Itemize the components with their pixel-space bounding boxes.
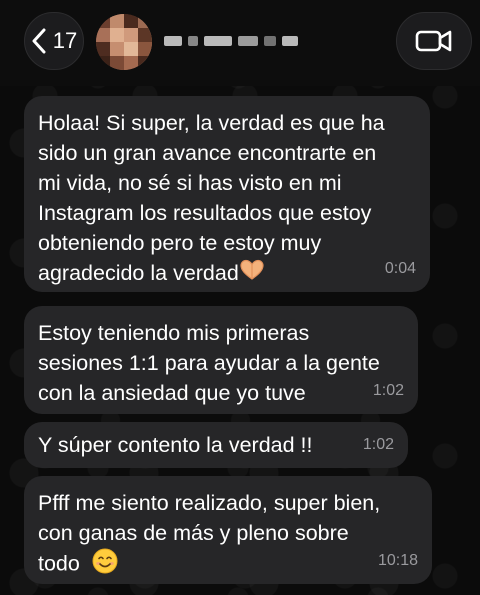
back-button[interactable]: 17 — [24, 12, 84, 70]
video-call-button[interactable] — [396, 12, 472, 70]
message-timestamp: 10:18 — [377, 552, 418, 569]
chevron-left-icon — [32, 28, 46, 54]
message-bubble[interactable]: Pfff me siento realizado, super bien, co… — [24, 476, 432, 584]
message-text: Pfff me siento realizado, super bien, co… — [38, 491, 381, 576]
message-timestamp: 1:02 — [362, 436, 394, 453]
message-bubble[interactable]: Y súper contento la verdad !! 1:02 — [24, 422, 408, 468]
message-text: Holaa! Si super, la verdad es que ha sid… — [38, 111, 385, 285]
chat-header: 17 — [0, 0, 480, 86]
message-text: Y súper contento la verdad !! — [38, 433, 313, 457]
avatar[interactable] — [96, 14, 152, 70]
smiling-face-emoji-icon — [92, 548, 118, 582]
message-text: Estoy teniendo mis primeras sesiones 1:1… — [38, 321, 380, 405]
message-timestamp: 1:02 — [372, 382, 404, 399]
unread-count: 17 — [52, 28, 78, 53]
message-timestamp: 0:04 — [384, 260, 416, 277]
heart-hands-emoji-icon — [239, 259, 265, 289]
video-camera-icon — [415, 30, 452, 52]
message-bubble[interactable]: Holaa! Si super, la verdad es que ha sid… — [24, 96, 430, 292]
message-bubble[interactable]: Estoy teniendo mis primeras sesiones 1:1… — [24, 306, 418, 414]
contact-name-redacted[interactable] — [164, 30, 354, 52]
